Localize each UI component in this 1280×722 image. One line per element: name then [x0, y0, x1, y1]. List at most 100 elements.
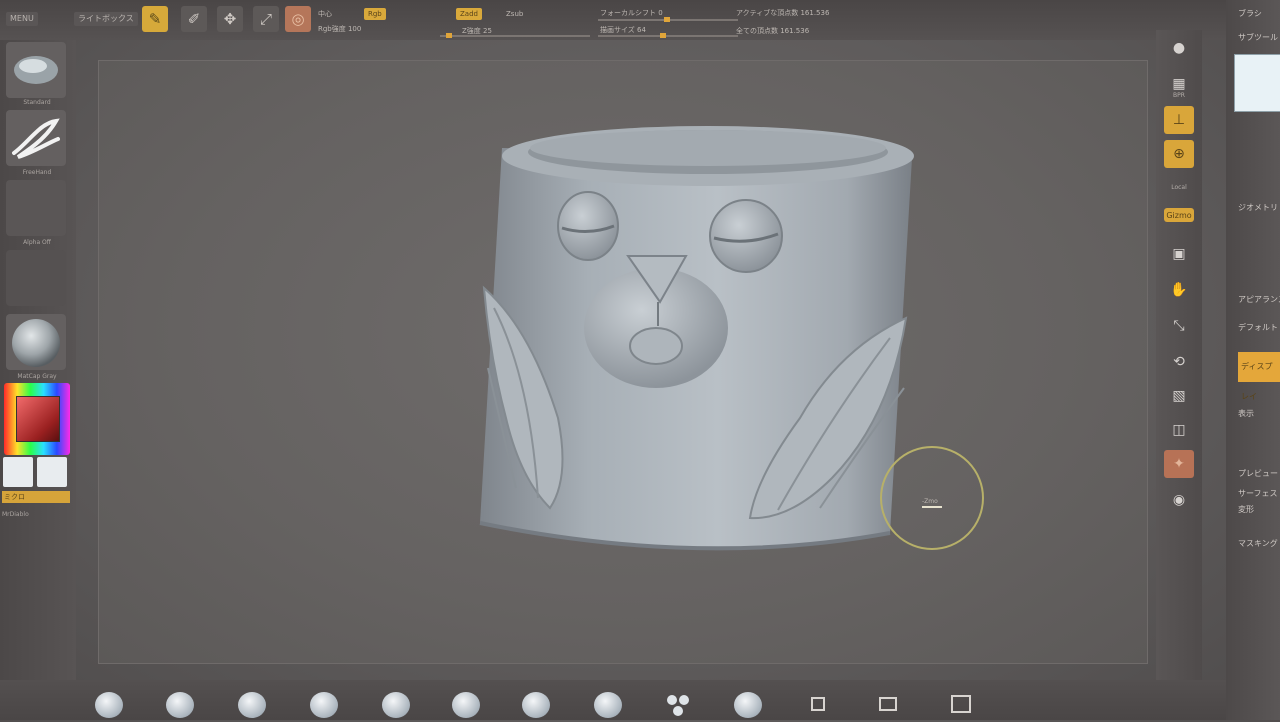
rotate-icon: ◎	[291, 10, 305, 28]
edit-icon: ✎	[148, 10, 162, 28]
brush-shelf	[0, 680, 1226, 720]
rotate-button[interactable]: ◎	[285, 6, 311, 32]
brush-standard[interactable]	[95, 692, 123, 718]
local-icon: ⊕	[1173, 146, 1185, 162]
scroll-button[interactable]: ▦	[1164, 70, 1194, 98]
focal-shift-knob[interactable]	[664, 17, 670, 22]
draw-icon: ✐	[187, 10, 201, 28]
bpr-button[interactable]: ●	[1164, 34, 1194, 62]
floor-icon: ⊥	[1172, 112, 1186, 128]
brush-trimdynamic[interactable]	[594, 692, 622, 718]
menu-subtool[interactable]: サブツール	[1238, 32, 1278, 43]
brush-selectrect-2[interactable]	[948, 692, 976, 718]
brush-inflate[interactable]	[382, 692, 410, 718]
select-rect-icon	[811, 697, 825, 711]
brush-hpolish[interactable]	[522, 692, 550, 718]
draw-size-knob[interactable]	[660, 33, 666, 38]
frame-button[interactable]: ▣	[1164, 240, 1194, 268]
zsub-toggle[interactable]: Zsub	[506, 10, 523, 18]
main-color-swatch[interactable]	[3, 457, 33, 487]
menu-surface[interactable]: サーフェス	[1238, 488, 1278, 499]
hand-move-icon: ✋	[1170, 282, 1188, 298]
solo-button[interactable]: ◉	[1164, 486, 1194, 514]
brush-caption: Standard	[23, 99, 51, 106]
menu-view[interactable]: 表示	[1238, 408, 1254, 419]
local-label: Local	[1171, 184, 1187, 191]
rotate-view-button[interactable]: ⟲	[1164, 348, 1194, 376]
draw-button[interactable]: ✐	[181, 6, 207, 32]
standard-brush-icon	[14, 56, 58, 84]
brush-selectrect[interactable]	[806, 692, 834, 718]
color-gradient-square[interactable]	[16, 396, 60, 442]
brush-snakehook[interactable]	[664, 692, 692, 718]
draw-size-label[interactable]: 描画サイズ 64	[600, 25, 646, 35]
brush-move[interactable]	[238, 692, 266, 718]
rotate-view-icon: ⟲	[1173, 354, 1185, 370]
focal-shift-label[interactable]: フォーカルシフト 0	[600, 8, 663, 18]
rgb-intensity-label[interactable]: Rgb強度 100	[318, 24, 361, 34]
total-points-label: 全ての頂点数 161.536	[736, 27, 810, 35]
zadd-toggle[interactable]: Zadd	[456, 8, 482, 20]
color-switch-label[interactable]: ミクロ	[2, 491, 70, 503]
brush-cursor-label: -Zmo	[922, 498, 938, 505]
brush-cursor-dot	[922, 506, 942, 508]
edit-mode-button[interactable]: ✎	[142, 6, 168, 32]
stroke-thumbnail[interactable]	[6, 110, 66, 166]
z-intensity-slider[interactable]	[440, 35, 590, 37]
zoom-view-button[interactable]: ⤡	[1164, 312, 1194, 340]
material-caption: MatCap Gray	[17, 373, 57, 380]
scale-icon: ⤢	[259, 10, 272, 28]
active-points-label: アクティブな頂点数 161.536	[736, 9, 830, 17]
menu-brush[interactable]: ブラシ	[1238, 8, 1262, 19]
polyframe-icon: ▧	[1172, 388, 1186, 404]
move-view-button[interactable]: ✋	[1164, 276, 1194, 304]
transparency-button[interactable]: ◫	[1164, 416, 1194, 444]
move-icon: ✥	[223, 10, 237, 28]
menu-masking[interactable]: マスキング	[1238, 538, 1278, 549]
left-tool-panel: Standard FreeHand Alpha Off MatCap Gray …	[0, 40, 76, 680]
color-picker[interactable]	[4, 383, 70, 455]
menu-appearance[interactable]: アピアランス	[1238, 294, 1280, 305]
rgb-toggle[interactable]: Rgb	[364, 8, 386, 20]
menu-default[interactable]: デフォルト	[1238, 322, 1278, 333]
menu-display-active[interactable]: ディスプレイ	[1238, 352, 1280, 401]
frame-icon: ▣	[1172, 246, 1186, 262]
select-lasso-icon	[879, 697, 897, 711]
menu-deform[interactable]: 変形	[1238, 504, 1254, 515]
solo-icon: ◉	[1172, 492, 1186, 508]
subtool-preview-thumbnail[interactable]	[1234, 54, 1280, 112]
ghost-icon: ✦	[1173, 456, 1185, 472]
brush-curvetube[interactable]	[734, 692, 762, 718]
floor-button[interactable]: ⊥	[1164, 106, 1194, 134]
top-toolbar: MENU ライトボックス ✎ ✐ ✥ ⤢ ◎ 中心 Rgb Rgb強度 100 …	[0, 0, 1230, 40]
render-sphere-icon: ●	[1172, 40, 1186, 56]
mrgb-label: 中心	[318, 10, 332, 18]
menu-geometry[interactable]: ジオメトリ	[1238, 202, 1278, 213]
z-intensity-knob[interactable]	[446, 33, 452, 38]
menu-tab[interactable]: MENU	[6, 12, 38, 26]
local-button[interactable]: ⊕	[1164, 140, 1194, 168]
ghost-button[interactable]: ✦	[1164, 450, 1194, 478]
secondary-color-swatch[interactable]	[37, 457, 67, 487]
brush-selectlasso[interactable]	[876, 692, 904, 718]
gizmo-toggle[interactable]: Gizmo	[1164, 208, 1194, 222]
grid-icon: ▦	[1172, 76, 1186, 92]
move-button[interactable]: ✥	[217, 6, 243, 32]
brush-thumbnail[interactable]	[6, 42, 66, 98]
brush-pinch[interactable]	[452, 692, 480, 718]
alpha-thumbnail[interactable]	[6, 180, 66, 236]
lightbox-tab[interactable]: ライトボックス	[74, 12, 138, 26]
menu-preview[interactable]: プレビュー	[1238, 468, 1278, 479]
brush-damstandard[interactable]	[310, 692, 338, 718]
freehand-stroke-icon	[12, 118, 60, 159]
stroke-caption: FreeHand	[22, 169, 52, 176]
snakehook-icon	[667, 695, 689, 716]
brush-claybuildup[interactable]	[166, 692, 194, 718]
scale-button[interactable]: ⤢	[253, 6, 279, 32]
material-thumbnail[interactable]	[6, 314, 66, 370]
matcap-sphere-icon	[12, 319, 60, 367]
texture-thumbnail[interactable]	[6, 250, 66, 306]
polyframe-button[interactable]: ▧	[1164, 382, 1194, 410]
draw-size-slider[interactable]	[598, 35, 738, 37]
transparency-icon: ◫	[1172, 422, 1186, 438]
